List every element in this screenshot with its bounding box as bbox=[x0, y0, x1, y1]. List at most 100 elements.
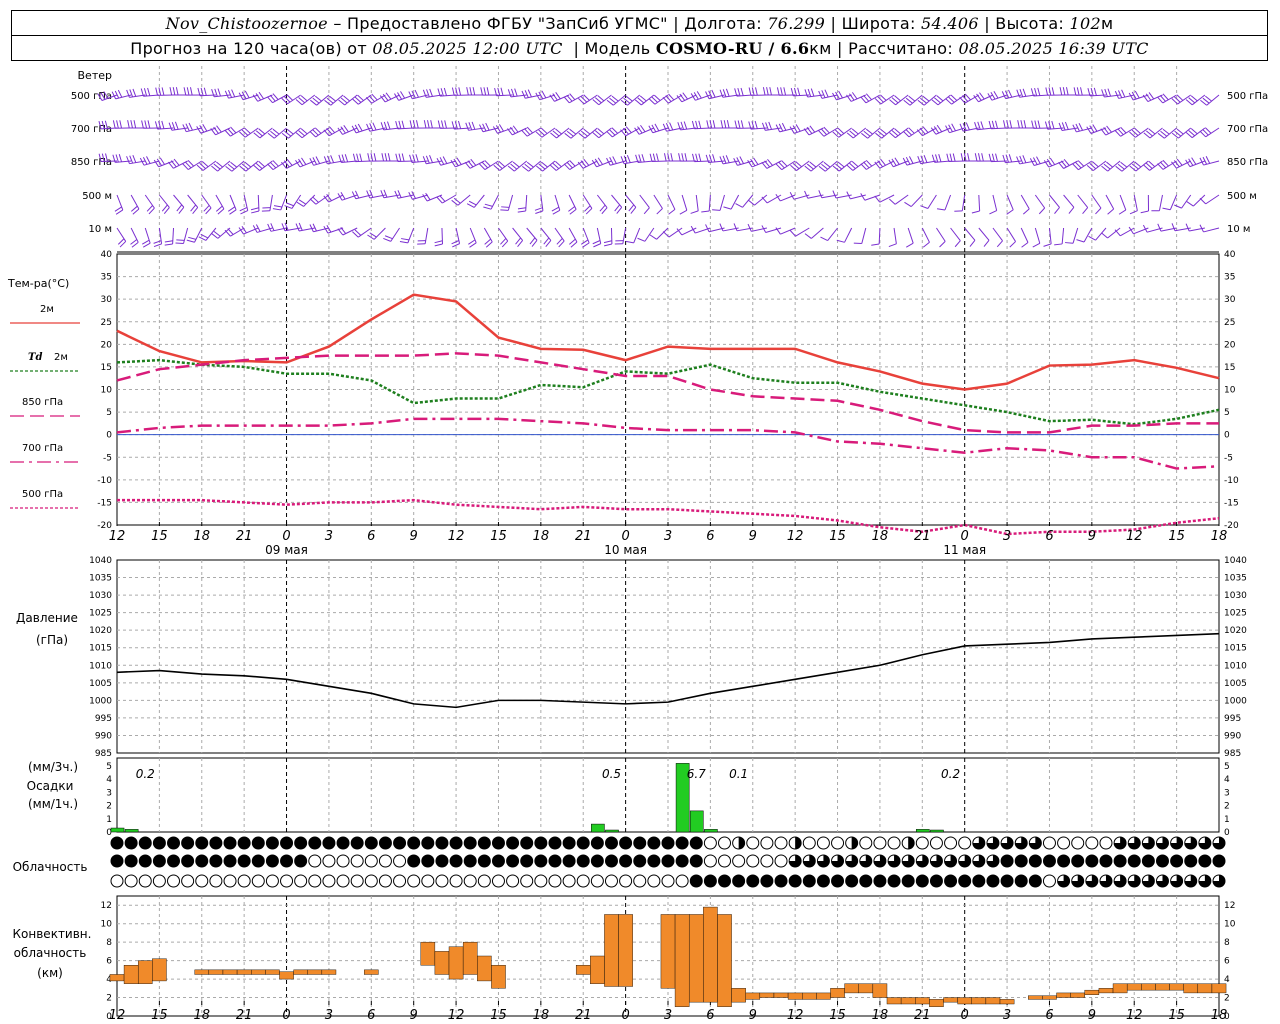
wind-barb-staff bbox=[1121, 160, 1135, 172]
cloud-symbol bbox=[237, 854, 251, 868]
wind-barb-flag bbox=[330, 155, 335, 163]
wind-barb-flag bbox=[971, 210, 980, 214]
temp-ytick-right: -10 bbox=[1224, 476, 1239, 486]
wind-barb-staff bbox=[978, 227, 990, 241]
cloud-symbol bbox=[364, 874, 378, 888]
wind-barb-flag bbox=[369, 123, 374, 131]
wind-barb-flag bbox=[832, 190, 837, 199]
wind-barb-staff bbox=[1034, 227, 1041, 244]
cloud-symbol bbox=[435, 836, 449, 850]
pres-ytick-left: 1040 bbox=[89, 556, 112, 566]
wind-barb-staff bbox=[397, 127, 414, 130]
wind-barb-staff bbox=[1020, 227, 1029, 243]
wind-barb-flag bbox=[189, 87, 193, 96]
wind-barb-flag bbox=[231, 89, 236, 98]
wind-barb-staff bbox=[130, 194, 140, 210]
wind-level-label-right: 10 м bbox=[1227, 224, 1250, 235]
wind-barb-flag bbox=[747, 223, 752, 232]
conv-bar bbox=[1211, 983, 1227, 994]
wind-barb-flag bbox=[517, 207, 526, 210]
wind-barb-flag bbox=[466, 87, 469, 96]
wind-barb-staff bbox=[719, 194, 725, 211]
wind-barb-staff bbox=[598, 94, 612, 106]
wind-barb-flag bbox=[1017, 120, 1020, 129]
wind-barb-flag bbox=[501, 206, 510, 208]
wind-barb-flag bbox=[1134, 90, 1140, 99]
wind-barb-flag bbox=[593, 243, 601, 248]
hour-tick: 6 bbox=[367, 529, 375, 544]
wind-barb-staff bbox=[1135, 160, 1149, 172]
wind-barb-flag bbox=[422, 156, 427, 164]
wind-barb-flag bbox=[1034, 120, 1038, 129]
wind-barb-staff bbox=[992, 227, 1003, 242]
wind-barb-flag bbox=[457, 120, 462, 129]
wind-barb-staff bbox=[173, 194, 185, 208]
wind-barb-flag bbox=[480, 87, 483, 96]
cloud-symbol bbox=[209, 836, 223, 850]
wind-barb-flag bbox=[517, 210, 526, 213]
cloud-symbol bbox=[110, 836, 124, 850]
wind-barb-staff bbox=[183, 227, 189, 244]
cloud-symbol bbox=[788, 874, 802, 888]
wind-barb-flag bbox=[229, 209, 237, 215]
wind-barb-staff bbox=[1049, 194, 1060, 208]
pres-ytick-right: 1040 bbox=[1224, 556, 1247, 566]
conv-unit: (км) bbox=[37, 966, 63, 980]
wind-barb-staff bbox=[215, 194, 225, 210]
cloud-symbol bbox=[124, 836, 138, 850]
hour-tick: 6 bbox=[1045, 1008, 1053, 1023]
wind-barb-staff bbox=[172, 227, 175, 245]
wind-barb-flag bbox=[414, 89, 419, 98]
conv-bar bbox=[477, 955, 492, 982]
wind-barb-flag bbox=[1205, 156, 1211, 164]
cloud-symbol bbox=[619, 836, 633, 850]
wind-level-label-left: 10 м bbox=[89, 224, 112, 235]
prec-ytick-left: 1 bbox=[106, 815, 112, 825]
wind-barb-flag bbox=[1129, 210, 1138, 215]
pres-ytick-left: 1015 bbox=[89, 644, 112, 654]
conv-bar bbox=[251, 969, 266, 975]
wind-barb-flag bbox=[668, 209, 676, 215]
wind-barb-staff bbox=[257, 194, 260, 212]
wind-barb-staff bbox=[1191, 94, 1206, 106]
wind-barb-flag bbox=[1037, 87, 1041, 96]
wind-barb-staff bbox=[937, 94, 951, 106]
wind-barb-flag bbox=[1174, 204, 1182, 209]
prec-bar bbox=[915, 829, 930, 833]
wind-barb-staff bbox=[217, 160, 231, 172]
conv-ytick-left: 8 bbox=[106, 938, 112, 948]
wind-barb-staff bbox=[1158, 194, 1163, 211]
wind-barb-flag bbox=[739, 156, 744, 164]
conv-bar bbox=[364, 969, 379, 975]
wind-barb-staff bbox=[1095, 227, 1107, 241]
wind-barb-flag bbox=[296, 201, 304, 207]
wind-barb-flag bbox=[740, 87, 744, 96]
cloud-symbol bbox=[195, 854, 209, 868]
wind-barb-staff bbox=[424, 227, 429, 244]
conv-ytick-right: 2 bbox=[1224, 994, 1230, 1004]
wind-barb-flag bbox=[603, 240, 612, 244]
wind-barb-flag bbox=[524, 90, 529, 98]
wind-barb-flag bbox=[394, 190, 399, 199]
wind-barb-flag bbox=[429, 155, 433, 163]
cloud-symbol bbox=[322, 854, 336, 868]
wind-barb-flag bbox=[604, 243, 613, 247]
cloud-symbol bbox=[774, 854, 788, 868]
wind-barb-flag bbox=[114, 90, 120, 99]
conv-bar bbox=[1042, 995, 1057, 1000]
hour-tick: 15 bbox=[1168, 529, 1185, 544]
cloud-symbol bbox=[167, 874, 181, 888]
wind-barb-flag bbox=[367, 153, 370, 162]
conv-bar bbox=[759, 992, 775, 998]
cloud-symbol bbox=[732, 874, 746, 888]
cloud-symbol bbox=[393, 854, 407, 868]
conv-bar bbox=[816, 992, 831, 1000]
wind-level-label-right: 700 гПа bbox=[1227, 124, 1268, 135]
wind-barb-flag bbox=[127, 120, 130, 129]
cloud-symbol bbox=[407, 836, 421, 850]
pres-ytick-right: 990 bbox=[1224, 731, 1241, 741]
wind-barb-flag bbox=[725, 155, 730, 163]
wind-barb-flag bbox=[960, 153, 964, 162]
conv-bar bbox=[929, 999, 944, 1007]
cloud-symbol bbox=[407, 854, 421, 868]
